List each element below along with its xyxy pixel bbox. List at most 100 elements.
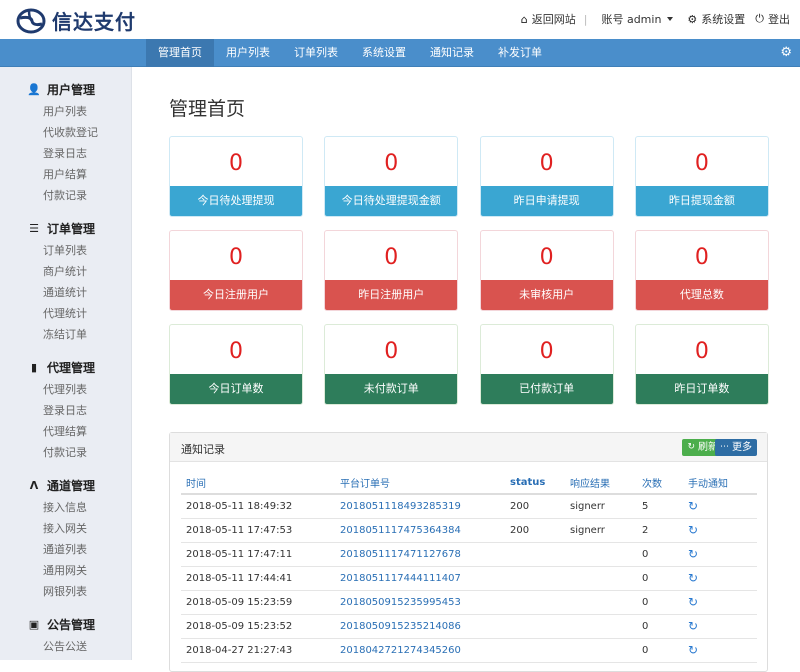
sidebar-item[interactable]: 通道统计 (28, 282, 131, 303)
stat-card[interactable]: 0 昨日申请提现 (479, 136, 614, 217)
stat-card[interactable]: 0 昨日订单数 (634, 324, 769, 405)
time-cell: 2018-05-11 17:47:53 (181, 518, 335, 543)
sidebar-item[interactable]: 接入信息 (28, 497, 131, 518)
manual-notify-cell: ↻ (683, 590, 757, 615)
result-cell: signerr (565, 518, 637, 543)
stat-card[interactable]: 0 今日待处理提现金额 (324, 136, 459, 217)
stat-label: 未付款订单 (325, 374, 458, 404)
table-row: 2018-05-11 17:47:53 2018051117475364384 20… (181, 518, 757, 543)
manual-notify-cell: ↻ (683, 566, 757, 591)
sidebar-item[interactable]: 代理统计 (28, 303, 131, 324)
stat-label: 代理总数 (635, 280, 768, 310)
refresh-icon[interactable]: ↻ (688, 619, 698, 633)
order-link[interactable]: 2018051117475364384 (335, 518, 505, 543)
refresh-icon[interactable]: ↻ (688, 523, 698, 537)
stat-value: 0 (384, 151, 399, 176)
sidebar-group: ▣ 公告管理 公告公送 (0, 614, 131, 657)
sidebar-item[interactable]: 登录日志 (28, 400, 131, 421)
sidebar-group-title[interactable]: Λ 通道管理 (28, 475, 131, 495)
sidebar-group-label: 用户管理 (47, 82, 96, 97)
stat-card[interactable]: 0 今日注册用户 (169, 230, 303, 311)
gear-icon[interactable]: ⚙ (780, 45, 792, 60)
sidebar-item[interactable]: 通道列表 (28, 539, 131, 560)
gear-icon: ⚙ (687, 12, 698, 26)
sidebar-item[interactable]: 用户结算 (28, 164, 131, 185)
stat-value: 0 (539, 151, 554, 176)
time-cell: 2018-04-27 21:27:43 (181, 638, 335, 663)
notify-table: 时间 平台订单号 status 响应结果 次数 手动通知 2018-05-11 18:49… (181, 472, 757, 663)
sidebar-item[interactable]: 冻结订单 (28, 324, 131, 345)
order-link[interactable]: 2018042721274345260 (335, 638, 505, 663)
status-cell (505, 614, 565, 639)
home-link[interactable]: ⌂ 返回网站 (521, 11, 576, 27)
sidebar-group-title[interactable]: ☰ 订单管理 (28, 218, 131, 238)
refresh-icon[interactable]: ↻ (688, 499, 698, 513)
nav-tab[interactable]: 系统设置 (350, 39, 418, 67)
stat-label: 未审核用户 (480, 280, 613, 310)
refresh-icon[interactable]: ↻ (688, 547, 698, 561)
sidebar-item[interactable]: 商户统计 (28, 261, 131, 282)
account-dropdown[interactable]: 账号 admin (601, 11, 681, 27)
refresh-icon[interactable]: ↻ (688, 571, 698, 585)
time-cell: 2018-05-09 15:23:59 (181, 590, 335, 615)
stat-value: 0 (229, 245, 243, 270)
sidebar-item[interactable]: 代理结算 (28, 421, 131, 442)
sidebar-group-title[interactable]: ▮ 代理管理 (28, 357, 131, 377)
notify-panel: 通知记录 ↻ 刷新 ⋯ 更多 时间 平台订单号 status 响应结果 次数 手动通知 201… (169, 432, 768, 672)
settings-link-label: 系统设置 (701, 13, 746, 26)
logout-link[interactable]: ⏻ 登出 (755, 11, 790, 27)
logo[interactable]: 信达支付 (16, 6, 136, 35)
order-link[interactable]: 2018051118493285319 (335, 494, 505, 519)
sidebar-group-label: 代理管理 (47, 360, 96, 375)
order-link[interactable]: 2018050915235214086 (335, 614, 505, 639)
refresh-icon[interactable]: ↻ (688, 595, 698, 609)
stat-card[interactable]: 0 今日订单数 (169, 324, 303, 405)
nav-tab[interactable]: 补发订单 (486, 39, 554, 67)
refresh-icon[interactable]: ↻ (688, 643, 698, 657)
stat-card[interactable]: 0 代理总数 (634, 230, 769, 311)
sidebar-item[interactable]: 付款记录 (28, 442, 131, 463)
sidebar-group-title[interactable]: ▣ 公告管理 (28, 614, 131, 634)
sidebar-item[interactable]: 通用网关 (28, 560, 131, 581)
order-link[interactable]: 2018051117471127678 (335, 542, 505, 567)
sidebar-item[interactable]: 代收款登记 (28, 122, 131, 143)
order-link[interactable]: 2018051117444111407 (335, 566, 505, 591)
stat-card[interactable]: 0 未审核用户 (479, 230, 614, 311)
stat-value: 0 (384, 339, 399, 364)
status-cell (505, 590, 565, 615)
nav-tab[interactable]: 通知记录 (418, 39, 486, 67)
sidebar-item[interactable]: 付款记录 (28, 185, 131, 206)
stat-card[interactable]: 0 昨日提现金额 (634, 136, 769, 217)
stat-card[interactable]: 0 未付款订单 (324, 324, 459, 405)
order-link[interactable]: 2018050915235995453 (335, 590, 505, 615)
time-cell: 2018-05-11 18:49:32 (181, 494, 335, 519)
sidebar-item[interactable]: 订单列表 (28, 240, 131, 261)
stat-value: 0 (539, 339, 554, 364)
settings-link[interactable]: ⚙ 系统设置 (687, 11, 745, 27)
stat-card[interactable]: 0 今日待处理提现 (169, 136, 303, 217)
sidebar-group: Λ 通道管理 接入信息 接入网关 通道列表 通用网关 网银列表 (0, 475, 131, 602)
list-icon: ☰ (29, 221, 39, 235)
stat-value: 0 (539, 245, 554, 270)
sidebar-item[interactable]: 接入网关 (28, 518, 131, 539)
column-header: 平台订单号 (335, 472, 505, 495)
column-header: 次数 (637, 472, 683, 495)
sidebar-item[interactable]: 公告公送 (28, 636, 131, 657)
more-button[interactable]: ⋯ 更多 (715, 439, 757, 456)
sidebar-item[interactable]: 用户列表 (28, 101, 131, 122)
sidebar-item[interactable]: 网银列表 (28, 581, 131, 602)
table-row: 2018-05-09 15:23:59 2018050915235995453 0 ↻ (181, 590, 757, 615)
sidebar-group-title[interactable]: 👤 用户管理 (27, 79, 131, 99)
time-cell: 2018-05-11 17:44:41 (181, 566, 335, 591)
sidebar-group: 👤 用户管理 用户列表 代收款登记 登录日志 用户结算 付款记录 (0, 79, 131, 206)
nav-tab[interactable]: 管理首页 (146, 39, 214, 67)
sidebar-item[interactable]: 登录日志 (28, 143, 131, 164)
stat-label: 昨日注册用户 (325, 280, 458, 310)
sidebar-item[interactable]: 代理列表 (28, 379, 131, 400)
nav-tab[interactable]: 用户列表 (214, 39, 282, 67)
table-row: 2018-05-11 17:47:11 2018051117471127678 0 ↻ (181, 542, 757, 567)
count-cell: 5 (637, 494, 683, 519)
stat-card[interactable]: 0 昨日注册用户 (324, 230, 459, 311)
stat-card[interactable]: 0 已付款订单 (479, 324, 614, 405)
nav-tab[interactable]: 订单列表 (282, 39, 350, 67)
